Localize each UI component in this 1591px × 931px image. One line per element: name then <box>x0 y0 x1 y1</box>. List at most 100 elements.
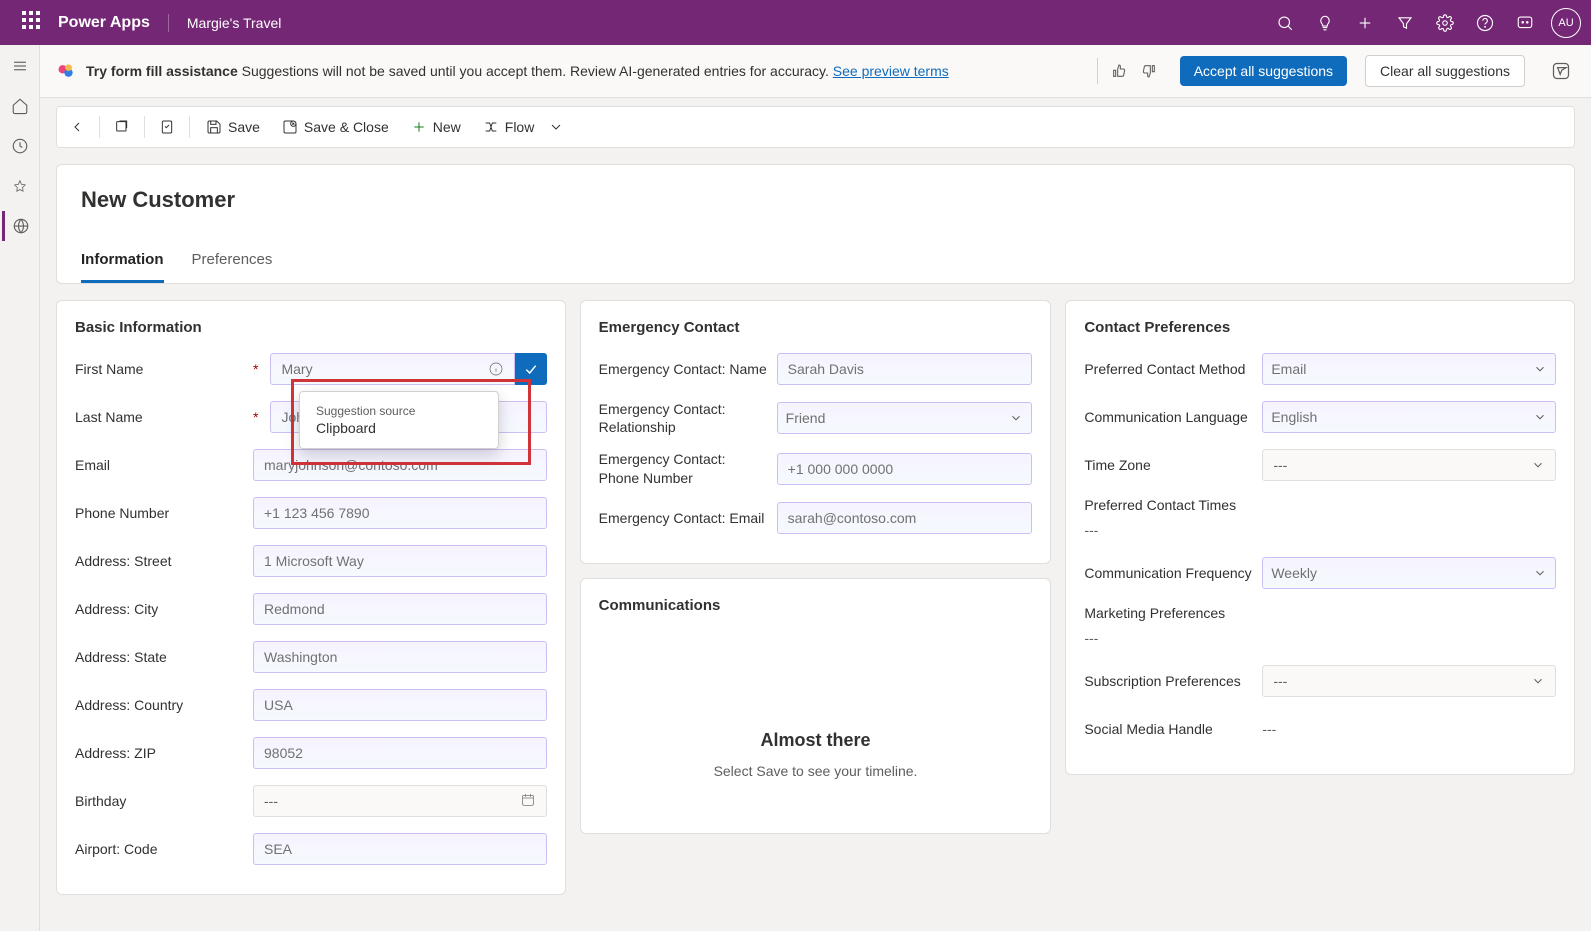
app-launcher-icon[interactable] <box>22 11 46 35</box>
birthday-input[interactable]: --- <box>253 785 547 817</box>
pref-lang-select[interactable]: English <box>1262 401 1556 433</box>
save-close-button[interactable]: Save & Close <box>272 113 399 141</box>
basic-info-card: Basic Information First Name * Last Name… <box>56 300 566 895</box>
country-input[interactable] <box>253 689 547 721</box>
chevron-down-icon <box>1009 411 1023 425</box>
ec-rel-select[interactable]: Friend <box>777 402 1033 434</box>
pref-freq-label: Communication Frequency <box>1084 564 1254 582</box>
street-label: Address: Street <box>75 552 245 570</box>
page-header: New Customer Information Preferences <box>56 164 1575 284</box>
environment-name[interactable]: Margie's Travel <box>169 15 281 31</box>
search-icon[interactable] <box>1265 1 1305 45</box>
communications-title: Communications <box>599 597 1033 614</box>
info-icon[interactable] <box>487 360 505 378</box>
left-rail <box>0 45 40 931</box>
preview-terms-link[interactable]: See preview terms <box>833 63 949 79</box>
add-icon[interactable] <box>1345 1 1385 45</box>
pref-sub-label: Subscription Preferences <box>1084 672 1254 690</box>
pref-times-label: Preferred Contact Times <box>1084 496 1236 514</box>
gear-icon[interactable] <box>1425 1 1465 45</box>
city-label: Address: City <box>75 600 245 618</box>
command-bar: Save Save & Close New Flow <box>56 106 1575 148</box>
form-scroll[interactable]: New Customer Information Preferences Bas… <box>40 148 1591 931</box>
accept-all-button[interactable]: Accept all suggestions <box>1180 56 1347 86</box>
copilot-open-icon[interactable] <box>1547 57 1575 85</box>
pref-freq-select[interactable]: Weekly <box>1262 557 1556 589</box>
first-name-input[interactable] <box>270 353 514 385</box>
city-input[interactable] <box>253 593 547 625</box>
pref-sub-select[interactable]: --- <box>1262 665 1556 697</box>
home-icon[interactable] <box>2 91 38 121</box>
back-button[interactable] <box>61 113 93 141</box>
menu-icon[interactable] <box>2 51 38 81</box>
first-name-label: First Name <box>75 360 245 378</box>
required-indicator: * <box>253 409 258 425</box>
copilot-icon <box>56 61 76 81</box>
open-new-window-button[interactable] <box>106 113 138 141</box>
ec-email-input[interactable] <box>777 502 1033 534</box>
zip-input[interactable] <box>253 737 547 769</box>
pref-social-label: Social Media Handle <box>1084 720 1254 738</box>
chevron-down-icon <box>1531 674 1545 688</box>
chevron-down-icon <box>1533 410 1547 424</box>
chevron-down-icon <box>1531 458 1545 472</box>
user-avatar[interactable]: AU <box>1551 8 1581 38</box>
emergency-contact-card: Emergency Contact Emergency Contact: Nam… <box>580 300 1052 564</box>
pinned-icon[interactable] <box>2 171 38 201</box>
tab-preferences[interactable]: Preferences <box>192 251 273 283</box>
flow-button[interactable]: Flow <box>473 113 575 141</box>
lightbulb-icon[interactable] <box>1305 1 1345 45</box>
phone-input[interactable] <box>253 497 547 529</box>
chevron-down-icon <box>1533 566 1547 580</box>
save-button[interactable]: Save <box>196 113 270 141</box>
pref-method-select[interactable]: Email <box>1262 353 1556 385</box>
banner-text: Try form fill assistance Suggestions wil… <box>86 63 1083 79</box>
help-icon[interactable] <box>1465 1 1505 45</box>
tabs: Information Preferences <box>81 251 1550 283</box>
last-name-label: Last Name <box>75 408 245 426</box>
zip-label: Address: ZIP <box>75 744 245 762</box>
accept-suggestion-button[interactable] <box>515 353 547 385</box>
email-input[interactable] <box>253 449 547 481</box>
birthday-label: Birthday <box>75 792 245 810</box>
pref-method-label: Preferred Contact Method <box>1084 360 1254 378</box>
globe-icon[interactable] <box>2 211 38 241</box>
filter-icon[interactable] <box>1385 1 1425 45</box>
suggestion-source-tooltip: Suggestion source Clipboard <box>299 391 499 449</box>
pref-lang-label: Communication Language <box>1084 408 1254 426</box>
required-indicator: * <box>253 361 258 377</box>
tooltip-value: Clipboard <box>316 420 482 436</box>
pref-tz-select[interactable]: --- <box>1262 449 1556 481</box>
suggestion-banner: Try form fill assistance Suggestions wil… <box>40 45 1591 98</box>
state-label: Address: State <box>75 648 245 666</box>
task-button[interactable] <box>151 113 183 141</box>
banner-description: Suggestions will not be saved until you … <box>238 63 833 79</box>
new-button[interactable]: New <box>401 113 471 141</box>
contact-preferences-card: Contact Preferences Preferred Contact Me… <box>1065 300 1575 775</box>
calendar-icon[interactable] <box>520 792 536 811</box>
ec-email-label: Emergency Contact: Email <box>599 509 769 527</box>
tab-information[interactable]: Information <box>81 251 164 283</box>
ec-phone-input[interactable] <box>777 453 1033 485</box>
airport-label: Airport: Code <box>75 840 245 858</box>
thumbs-up-icon[interactable] <box>1106 58 1132 84</box>
ec-name-label: Emergency Contact: Name <box>599 360 769 378</box>
thumbs-down-icon[interactable] <box>1136 58 1162 84</box>
brand-name: Power Apps <box>58 14 169 32</box>
pref-marketing-label: Marketing Preferences <box>1084 604 1225 622</box>
phone-label: Phone Number <box>75 504 245 522</box>
clear-all-button[interactable]: Clear all suggestions <box>1365 55 1525 87</box>
prefs-title: Contact Preferences <box>1084 319 1556 336</box>
assistant-icon[interactable] <box>1505 1 1545 45</box>
recent-icon[interactable] <box>2 131 38 161</box>
airport-input[interactable] <box>253 833 547 865</box>
ec-name-input[interactable] <box>777 353 1033 385</box>
street-input[interactable] <box>253 545 547 577</box>
state-input[interactable] <box>253 641 547 673</box>
pref-marketing-value[interactable]: --- <box>1084 626 1098 650</box>
pref-times-value[interactable]: --- <box>1084 518 1098 542</box>
communications-empty-title: Almost there <box>599 730 1033 751</box>
basic-info-title: Basic Information <box>75 319 547 336</box>
pref-tz-label: Time Zone <box>1084 456 1254 474</box>
pref-social-value[interactable]: --- <box>1262 717 1556 741</box>
